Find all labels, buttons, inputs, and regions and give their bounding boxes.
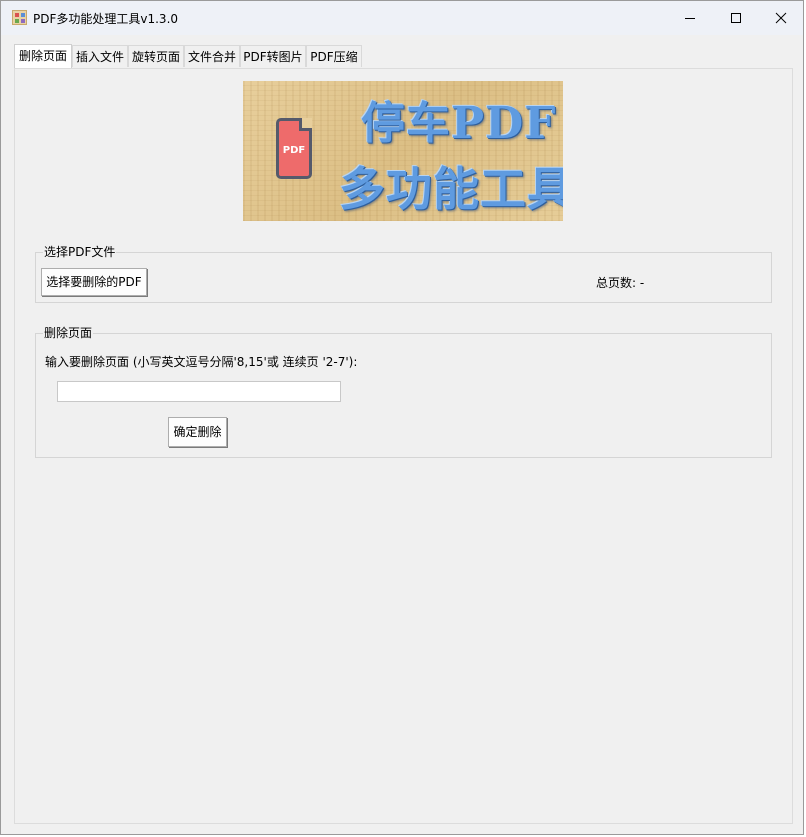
- delete-pages-input[interactable]: [57, 381, 341, 402]
- confirm-delete-button[interactable]: 确定删除: [168, 417, 227, 447]
- banner-image: PDF 停车PDF 多功能工具: [243, 81, 563, 221]
- delete-pages-group-label: 删除页面: [43, 325, 94, 341]
- app-window: PDF多功能处理工具v1.3.0 删除页面 插入文件 旋转页面 文件合并 PDF…: [0, 0, 804, 835]
- pdf-icon-label: PDF: [282, 145, 306, 156]
- tab-merge-files[interactable]: 文件合并: [184, 45, 240, 67]
- app-icon: [12, 10, 27, 25]
- banner-subtitle: 多功能工具: [339, 162, 563, 216]
- select-pdf-group-label: 选择PDF文件: [43, 244, 117, 260]
- close-button[interactable]: [758, 1, 804, 35]
- page-count-label: 总页数: -: [596, 276, 645, 290]
- close-icon: [775, 12, 787, 24]
- delete-pages-group: 删除页面 输入要删除页面 (小写英文逗号分隔'8,15'或 连续页 '2-7')…: [35, 325, 772, 458]
- minimize-icon: [685, 18, 695, 19]
- select-pdf-group: 选择PDF文件 选择要删除的PDF 总页数: -: [35, 244, 772, 303]
- maximize-icon: [731, 13, 741, 23]
- select-pdf-button[interactable]: 选择要删除的PDF: [41, 268, 147, 296]
- tab-delete-pages[interactable]: 删除页面: [14, 44, 72, 68]
- window-title: PDF多功能处理工具v1.3.0: [33, 12, 179, 26]
- tab-rotate-pages[interactable]: 旋转页面: [128, 45, 184, 67]
- tab-insert-file[interactable]: 插入文件: [72, 45, 128, 67]
- minimize-button[interactable]: [667, 1, 713, 35]
- tab-pdf-to-image[interactable]: PDF转图片: [240, 45, 306, 67]
- maximize-button[interactable]: [713, 1, 759, 35]
- banner-title: 停车PDF: [361, 98, 557, 149]
- delete-instruction-label: 输入要删除页面 (小写英文逗号分隔'8,15'或 连续页 '2-7'):: [45, 355, 358, 369]
- tab-pdf-compress[interactable]: PDF压缩: [306, 45, 362, 67]
- tab-panel-delete-pages: PDF 停车PDF 多功能工具 选择PDF文件 选择要删除的PDF 总页数: -…: [14, 68, 793, 824]
- title-bar[interactable]: PDF多功能处理工具v1.3.0: [1, 1, 803, 35]
- pdf-file-icon: PDF: [276, 118, 312, 179]
